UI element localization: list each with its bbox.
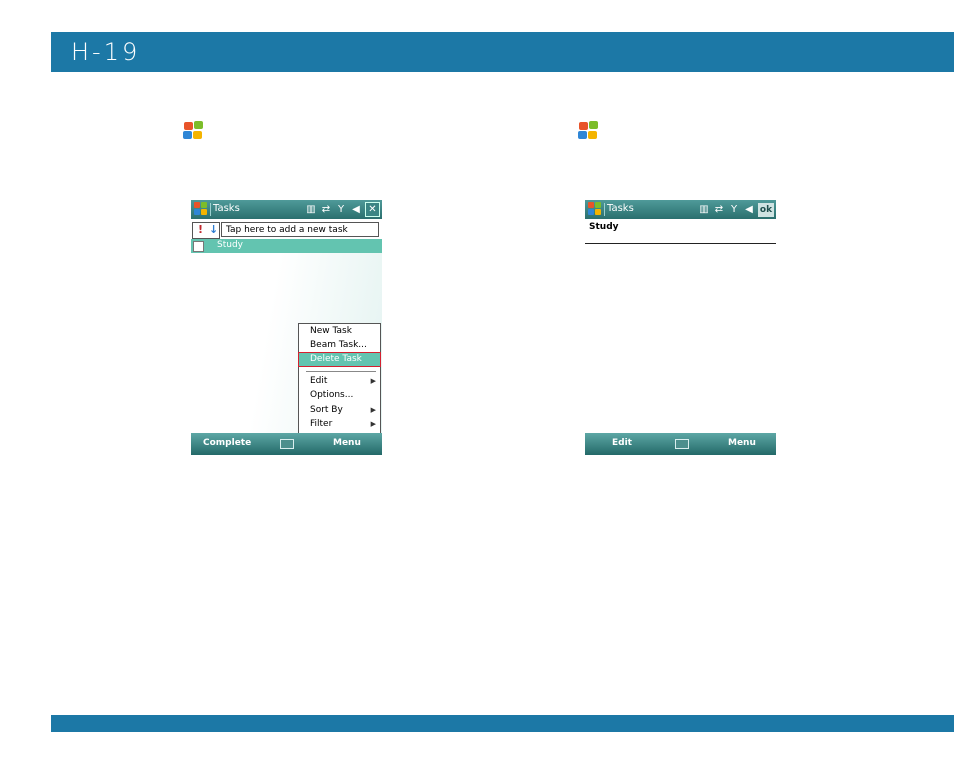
header-bar: H-19: [51, 32, 954, 72]
sync-icon[interactable]: ⇄: [713, 202, 725, 217]
status-icons: ▥ ⇄ Y ◀ ok: [698, 202, 774, 217]
submenu-arrow-icon: ▶: [370, 420, 376, 428]
app-title: Tasks: [607, 203, 634, 214]
task-row[interactable]: Study: [191, 239, 382, 253]
menu-item-delete-task[interactable]: Delete Task: [298, 352, 381, 367]
menu-item-options[interactable]: Options...: [299, 389, 380, 402]
priority-high-icon: !: [198, 223, 204, 236]
menu-item-sort-by[interactable]: Sort By ▶: [299, 404, 380, 417]
menu-divider: [306, 371, 376, 372]
submenu-arrow-icon: ▶: [370, 406, 376, 414]
softkey-edit[interactable]: Edit: [612, 438, 632, 448]
title-bar: Tasks ▥ ⇄ Y ◀ ok: [585, 200, 776, 219]
windows-start-icon: [183, 121, 204, 140]
tasks-screen-with-menu: Tasks ▥ ⇄ Y ◀ ✕ ! ↓ Tap here to add a ne…: [191, 200, 382, 455]
page-number: H-19: [71, 38, 141, 66]
sync-icon[interactable]: ⇄: [320, 202, 332, 217]
signal-off-icon[interactable]: Y: [335, 202, 347, 217]
priority-low-icon: ↓: [209, 223, 219, 236]
keyboard-icon[interactable]: ▥: [305, 202, 317, 217]
menu-item-filter[interactable]: Filter ▶: [299, 418, 380, 431]
start-button[interactable]: [588, 202, 603, 217]
windows-start-icon: [578, 121, 599, 140]
softkey-menu[interactable]: Menu: [728, 438, 756, 448]
speaker-mute-icon[interactable]: ◀: [743, 202, 755, 217]
signal-off-icon[interactable]: Y: [728, 202, 740, 217]
menu-item-new-task[interactable]: New Task: [299, 325, 380, 338]
softkey-bar: Edit Menu: [585, 433, 776, 455]
menu-item-beam-task[interactable]: Beam Task...: [299, 339, 380, 352]
task-checkbox[interactable]: [193, 241, 204, 252]
ok-button[interactable]: ok: [758, 202, 774, 217]
task-detail-title: Study: [589, 222, 619, 232]
new-task-row: ! ↓ Tap here to add a new task: [191, 221, 382, 239]
context-menu: New Task Beam Task... Delete Task Edit ▶…: [298, 323, 381, 434]
menu-item-edit[interactable]: Edit ▶: [299, 375, 380, 388]
keyboard-icon[interactable]: ▥: [698, 202, 710, 217]
status-icons: ▥ ⇄ Y ◀ ✕: [305, 202, 380, 217]
keyboard-icon[interactable]: [280, 439, 294, 449]
title-separator: [210, 203, 211, 216]
new-task-input[interactable]: Tap here to add a new task: [221, 222, 379, 237]
priority-selector[interactable]: ! ↓: [192, 222, 220, 239]
title-separator: [604, 203, 605, 216]
speaker-mute-icon[interactable]: ◀: [350, 202, 362, 217]
start-button[interactable]: [194, 202, 209, 217]
softkey-menu[interactable]: Menu: [333, 438, 361, 448]
task-detail-screen: Tasks ▥ ⇄ Y ◀ ok Study Edit Menu: [585, 200, 776, 455]
app-title: Tasks: [213, 203, 240, 214]
keyboard-icon[interactable]: [675, 439, 689, 449]
detail-divider: [585, 243, 776, 244]
title-bar: Tasks ▥ ⇄ Y ◀ ✕: [191, 200, 382, 219]
task-name: Study: [217, 240, 243, 250]
footer-bar: [51, 715, 954, 732]
softkey-complete[interactable]: Complete: [203, 438, 251, 448]
close-button[interactable]: ✕: [365, 202, 380, 217]
softkey-bar: Complete Menu: [191, 433, 382, 455]
submenu-arrow-icon: ▶: [370, 377, 376, 385]
